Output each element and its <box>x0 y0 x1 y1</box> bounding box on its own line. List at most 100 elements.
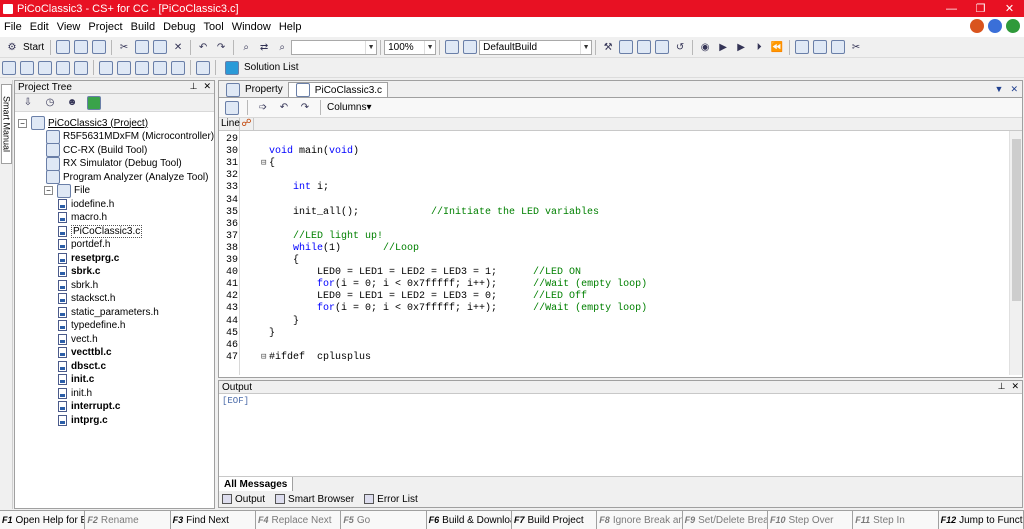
fkey-f5[interactable]: F5 Go <box>341 511 427 529</box>
fkey-f2[interactable]: F2 Rename <box>85 511 171 529</box>
scrollbar-thumb[interactable] <box>1012 139 1021 301</box>
tree-item[interactable]: macro.h <box>58 212 107 224</box>
tree-item[interactable]: PiCoClassic3.c <box>58 224 143 238</box>
delete-icon[interactable]: ✕ <box>171 40 185 54</box>
fold-toggle-icon[interactable]: ⊟ <box>261 158 266 168</box>
tree-item[interactable]: dbsct.c <box>58 360 106 372</box>
window-icon[interactable] <box>38 60 52 75</box>
code-line[interactable]: 34 <box>219 195 1009 207</box>
tree-item[interactable]: interrupt.c <box>58 401 120 413</box>
search-combo[interactable]: ▼ <box>291 39 378 55</box>
code-line[interactable]: 30 void main(void) <box>219 146 1009 158</box>
tab-picoclassic3-c[interactable]: PiCoClassic3.c <box>287 82 389 97</box>
tree-item[interactable]: vect.h <box>58 333 98 345</box>
close-icon[interactable]: ✕ <box>1011 381 1019 392</box>
menu-project[interactable]: Project <box>84 21 126 33</box>
tree-item[interactable]: vecttbl.c <box>58 347 112 359</box>
feedback-icon[interactable] <box>970 19 984 33</box>
solution-list-button[interactable]: Solution List <box>219 60 302 75</box>
tree-item[interactable]: typedefine.h <box>58 320 126 332</box>
tab-property[interactable]: Property <box>219 82 288 97</box>
replace-icon[interactable]: ⇄ <box>257 40 271 54</box>
code-line[interactable]: 43 for(i = 0; i < 0x7fffff; i++); //Wait… <box>219 303 1009 315</box>
rebuild-icon[interactable] <box>619 40 634 54</box>
window-icon[interactable] <box>20 60 34 75</box>
output-content[interactable]: [EOF] <box>219 394 1022 471</box>
pin-icon[interactable]: ⊥ <box>190 81 198 92</box>
panel-icon[interactable] <box>99 60 113 75</box>
pin-icon[interactable]: ⊥ <box>998 381 1006 392</box>
new-file-icon[interactable] <box>56 40 71 54</box>
window-icon[interactable] <box>56 60 70 75</box>
menu-debug[interactable]: Debug <box>159 21 199 33</box>
window-icon[interactable] <box>74 60 88 75</box>
step-out-icon[interactable] <box>831 40 846 54</box>
redo-icon[interactable]: ↷ <box>214 40 228 54</box>
tree-item[interactable]: resetprg.c <box>58 252 119 264</box>
code-line[interactable]: 32 <box>219 170 1009 182</box>
fkey-f7[interactable]: F7 Build Project <box>511 511 598 529</box>
panel-icon[interactable] <box>153 60 167 75</box>
code-line[interactable]: 36 <box>219 219 1009 231</box>
tree-item[interactable]: init.h <box>58 387 92 399</box>
run-icon[interactable]: ▶ <box>716 40 730 54</box>
undo-icon[interactable]: ↶ <box>196 40 210 54</box>
tree-item[interactable]: Program Analyzer (Analyze Tool) <box>44 170 208 184</box>
refresh-icon[interactable] <box>87 95 101 110</box>
tree-item[interactable]: init.c <box>58 374 94 386</box>
fkey-f1[interactable]: F1Open Help for E... <box>0 511 86 529</box>
paste-icon[interactable] <box>153 40 168 54</box>
vertical-scrollbar[interactable] <box>1009 131 1022 375</box>
step-in-icon[interactable] <box>795 40 810 54</box>
close-icon[interactable]: ✕ <box>203 81 211 92</box>
tree-item[interactable]: sbrk.c <box>58 266 100 278</box>
code-line[interactable]: 39 { <box>219 255 1009 267</box>
close-icon[interactable]: ✕ <box>1010 84 1018 95</box>
panel-icon[interactable] <box>171 60 185 75</box>
cut-icon[interactable]: ✂ <box>117 40 131 54</box>
update-icon[interactable] <box>1006 19 1020 33</box>
config-icon[interactable] <box>463 40 478 54</box>
smart-manual-tab[interactable]: Smart Manual <box>1 84 12 164</box>
layout-icon[interactable] <box>196 60 210 75</box>
build-mode-icon[interactable] <box>445 40 460 54</box>
tab-error-list[interactable]: Error List <box>364 494 418 505</box>
fkey-f4[interactable]: F4 Replace Next <box>255 511 342 529</box>
fkey-f11[interactable]: F11 Step In <box>853 511 939 529</box>
tree-item[interactable]: intprg.c <box>58 414 108 426</box>
fkey-f12[interactable]: F12Jump to Function <box>938 511 1024 529</box>
tree-item[interactable]: sbrk.h <box>58 279 98 291</box>
fkey-f8[interactable]: F8Ignore Break an... <box>597 511 683 529</box>
build-download-icon[interactable] <box>655 40 670 54</box>
reset-icon[interactable]: ↺ <box>673 40 687 54</box>
save-icon[interactable] <box>74 40 89 54</box>
tree-item[interactable]: RX Simulator (Debug Tool) <box>44 156 182 171</box>
menu-window[interactable]: Window <box>228 21 275 33</box>
start-button[interactable]: ⚙ Start <box>0 40 47 54</box>
save-all-icon[interactable] <box>92 40 107 54</box>
step-over-icon[interactable] <box>813 40 828 54</box>
code-line[interactable]: 41 for(i = 0; i < 0x7fffff; i++); //Wait… <box>219 279 1009 291</box>
tree-item[interactable]: − PiCoClassic3 (Project) <box>18 116 148 130</box>
redo-icon[interactable]: ↷ <box>298 101 312 115</box>
tree-item[interactable]: iodefine.h <box>58 198 114 210</box>
menu-view[interactable]: View <box>53 21 85 33</box>
tree-item[interactable]: portdef.h <box>58 239 110 251</box>
zoom-combo[interactable]: 100% ▼ <box>384 39 437 55</box>
help-icon[interactable] <box>988 19 1002 33</box>
close-button[interactable]: ✕ <box>995 0 1024 17</box>
code-line[interactable]: 47 ⊟ #ifdef cplusplus <box>219 352 1009 364</box>
download-icon[interactable] <box>637 40 652 54</box>
build-icon[interactable]: ⚒ <box>601 40 615 54</box>
tree-item[interactable]: CC-RX (Build Tool) <box>44 143 147 157</box>
menu-tool[interactable]: Tool <box>200 21 228 33</box>
user-icon[interactable]: ☻ <box>65 96 79 110</box>
panel-icon[interactable] <box>117 60 131 75</box>
tree-item[interactable]: static_parameters.h <box>58 306 159 318</box>
line-number-icon[interactable] <box>225 100 239 115</box>
minimize-button[interactable]: — <box>937 0 966 17</box>
tree-item[interactable]: − File <box>44 183 90 198</box>
menu-help[interactable]: Help <box>275 21 306 33</box>
menu-build[interactable]: Build <box>127 21 159 33</box>
menu-file[interactable]: File <box>0 21 26 33</box>
